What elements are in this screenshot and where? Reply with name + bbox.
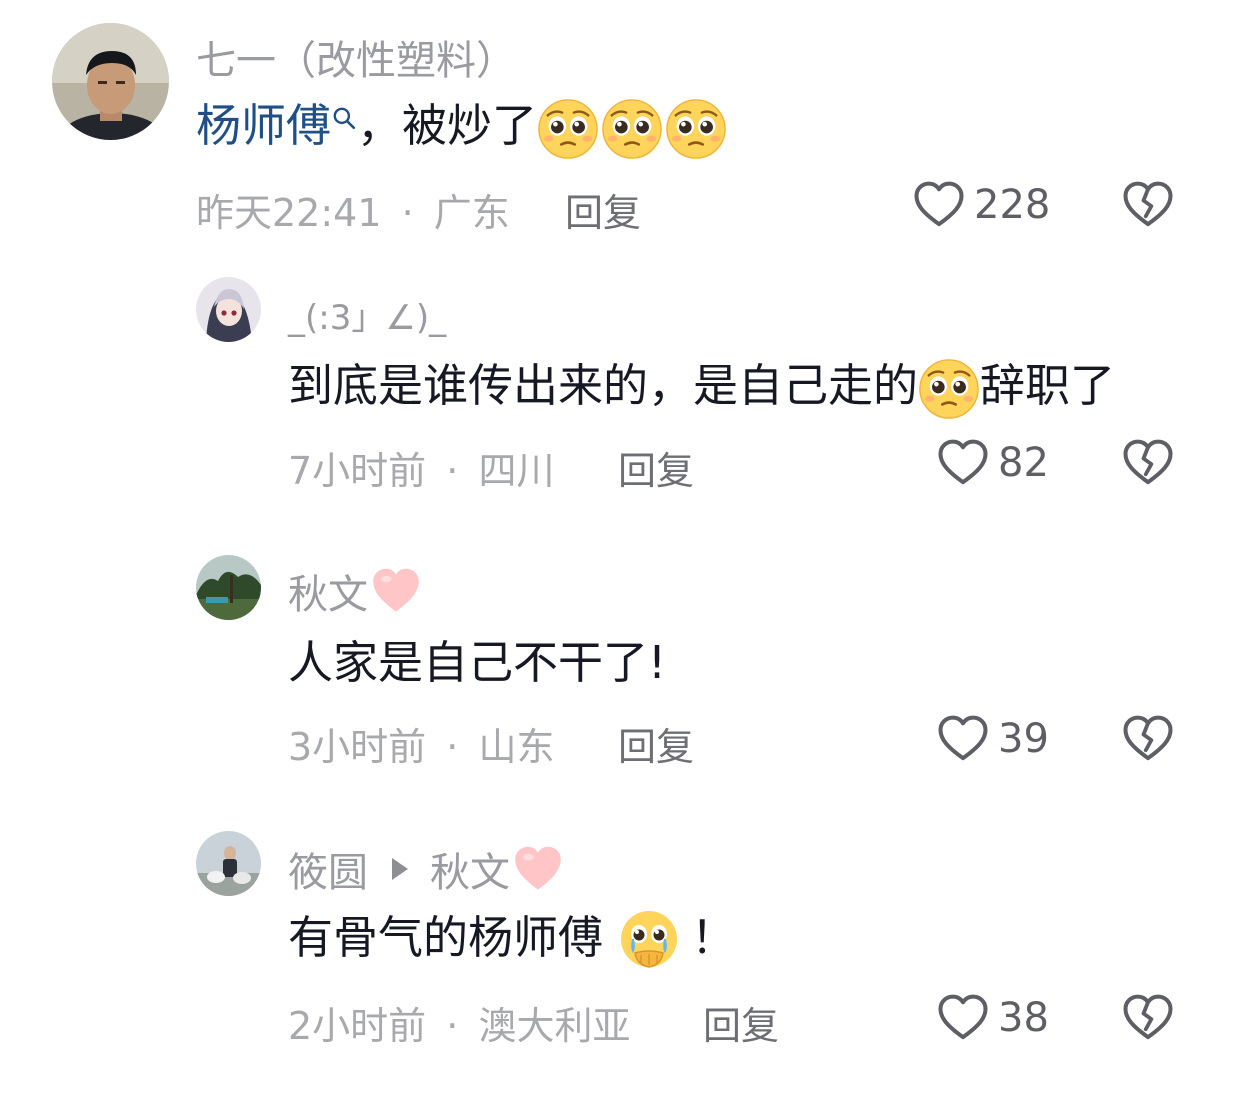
broken-heart-icon <box>1121 178 1175 232</box>
reply-location: 山东 <box>478 725 555 769</box>
reply-username[interactable]: _(:3」∠)_ <box>288 290 446 339</box>
reply-content: 有骨气的杨师傅 ！ <box>288 905 736 973</box>
avatar[interactable] <box>196 555 261 620</box>
reply-username-text[interactable]: 筱圆 <box>288 850 368 896</box>
comment-text: ，被炒了 <box>357 99 538 152</box>
meta-separator: · <box>446 725 459 769</box>
avatar[interactable] <box>196 831 261 896</box>
heart-outline-icon <box>936 712 990 766</box>
reply-username-text[interactable]: 秋文 <box>288 572 368 618</box>
pink-heart-emoji <box>512 843 564 895</box>
meta-separator: · <box>446 1004 459 1048</box>
reply-location: 四川 <box>478 449 555 493</box>
search-keyword-link[interactable]: 杨师傅 <box>196 99 331 152</box>
like-button[interactable]: 39 <box>936 712 1049 766</box>
reply-meta: 3小时前 · 山东 <box>288 716 554 771</box>
comment-meta: 昨天22:41 · 广东 <box>196 182 510 237</box>
pink-heart-emoji <box>370 565 422 617</box>
reply-content: 人家是自己不干了! <box>288 636 667 689</box>
reply-text: ！ <box>691 911 737 964</box>
reply-meta: 7小时前 · 四川 <box>288 440 554 495</box>
like-button[interactable]: 228 <box>912 178 1050 232</box>
search-icon[interactable] <box>331 105 357 131</box>
holding-back-tears-emoji <box>617 909 681 973</box>
reply-button[interactable]: 回复 <box>618 716 694 771</box>
broken-heart-icon <box>1121 712 1175 766</box>
dislike-button[interactable] <box>1121 712 1175 770</box>
reply-button[interactable]: 回复 <box>618 440 694 495</box>
comment-location: 广东 <box>433 191 510 235</box>
avatar[interactable] <box>52 23 169 140</box>
heart-outline-icon <box>912 178 966 232</box>
reply-location: 澳大利亚 <box>478 1004 631 1048</box>
broken-heart-icon <box>1121 436 1175 490</box>
reply-to-username[interactable]: 秋文 <box>430 850 510 896</box>
reply-meta: 2小时前 · 澳大利亚 <box>288 995 630 1050</box>
reply-button[interactable]: 回复 <box>703 995 779 1050</box>
avatar[interactable] <box>196 277 261 342</box>
like-button[interactable]: 82 <box>936 436 1049 490</box>
meta-separator: · <box>401 191 414 235</box>
like-count: 228 <box>974 182 1051 228</box>
like-button[interactable]: 38 <box>936 991 1049 1045</box>
broken-heart-icon <box>1121 991 1175 1045</box>
like-count: 38 <box>998 995 1049 1041</box>
heart-outline-icon <box>936 991 990 1045</box>
reply-content: 到底是谁传出来的，是自己走的 辞职了 <box>288 355 1115 420</box>
reply-text: 有骨气的杨师傅 <box>288 911 604 964</box>
reply-to-arrow-icon <box>392 858 408 880</box>
reply-button[interactable]: 回复 <box>565 182 641 237</box>
heart-outline-icon <box>936 436 990 490</box>
meta-separator: · <box>446 449 459 493</box>
pleading-face-emoji <box>537 98 599 160</box>
reply-text: 到底是谁传出来的，是自己走的 <box>288 359 919 412</box>
comment-content: 杨师傅 ，被炒了 <box>196 95 727 160</box>
comment-username[interactable]: 七一（改性塑料） <box>196 28 516 86</box>
pleading-face-emoji <box>601 98 663 160</box>
like-count: 82 <box>998 440 1049 486</box>
reply-time: 3小时前 <box>288 725 427 769</box>
pleading-face-emoji <box>665 98 727 160</box>
dislike-button[interactable] <box>1121 436 1175 494</box>
reply-time: 7小时前 <box>288 449 427 493</box>
pleading-face-emoji <box>918 358 980 420</box>
dislike-button[interactable] <box>1121 178 1175 236</box>
reply-time: 2小时前 <box>288 1004 427 1048</box>
reply-username: 筱圆 秋文 <box>288 840 564 898</box>
like-count: 39 <box>998 716 1049 762</box>
dislike-button[interactable] <box>1121 991 1175 1049</box>
reply-username: 秋文 <box>288 562 422 620</box>
comment-time: 昨天22:41 <box>196 191 382 235</box>
reply-text: 辞职了 <box>980 359 1116 412</box>
